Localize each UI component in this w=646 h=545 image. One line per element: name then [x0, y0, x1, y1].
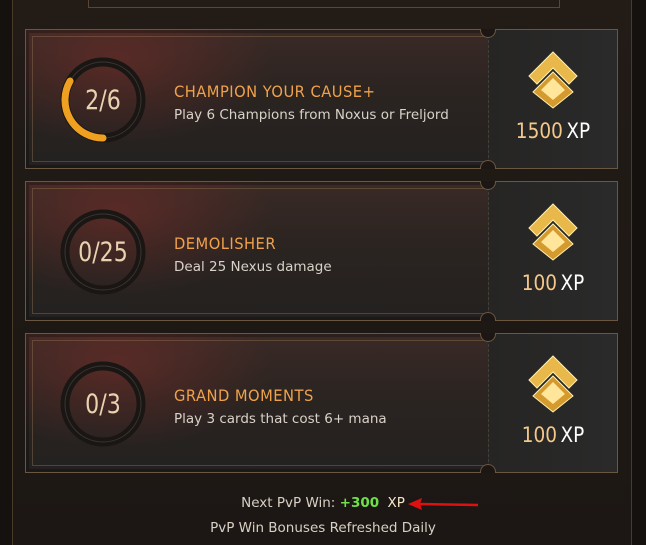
gold-chevron-icon [528, 355, 578, 413]
reward-value: 1500 [515, 119, 563, 143]
reward-value: 100 [521, 271, 557, 295]
quest-card-grand-moments[interactable]: 0/3 GRAND MOMENTS Play 3 cards that cost… [25, 333, 618, 473]
next-win-label: Next PvP Win: [241, 495, 336, 511]
refresh-note: PvP Win Bonuses Refreshed Daily [210, 520, 436, 536]
quest-card-demolisher[interactable]: 0/25 DEMOLISHER Deal 25 Nexus damage 100… [25, 181, 618, 321]
quest-description: Play 3 cards that cost 6+ mana [174, 411, 387, 427]
quest-card-champion-your-cause[interactable]: 2/6 CHAMPION YOUR CAUSE+ Play 6 Champion… [25, 29, 618, 169]
red-arrow-icon [408, 498, 479, 510]
ticket-notch [480, 312, 496, 321]
quest-panel: 2/6 CHAMPION YOUR CAUSE+ Play 6 Champion… [0, 0, 646, 545]
quest-title: GRAND MOMENTS [174, 386, 314, 405]
ticket-notch [480, 464, 496, 473]
left-frame-rail [0, 0, 13, 545]
ticket-notch [480, 160, 496, 169]
quest-description: Play 6 Champions from Noxus or Freljord [174, 107, 449, 123]
quest-title: DEMOLISHER [174, 234, 277, 253]
reward-value: 100 [521, 423, 557, 447]
reward-amount: 100 XP [497, 423, 610, 447]
progress-count: 0/25 [78, 236, 128, 268]
reward-unit: XP [560, 423, 585, 447]
top-divider [88, 0, 560, 8]
quest-description: Deal 25 Nexus damage [174, 259, 332, 275]
reward-unit: XP [560, 271, 585, 295]
next-win-unit: XP [387, 495, 405, 511]
progress-count: 0/3 [85, 388, 121, 420]
reward-amount: 1500 XP [497, 119, 610, 143]
reward-unit: XP [566, 119, 591, 143]
right-frame-rail [631, 0, 646, 545]
next-win-bonus: +300 [339, 495, 380, 511]
next-pvp-win-line: Next PvP Win: +300 XP [0, 495, 646, 511]
gold-chevron-icon [528, 51, 578, 109]
quest-title: CHAMPION YOUR CAUSE+ [174, 82, 376, 101]
gold-chevron-icon [528, 203, 578, 261]
progress-count: 2/6 [85, 84, 121, 116]
reward-amount: 100 XP [497, 271, 610, 295]
